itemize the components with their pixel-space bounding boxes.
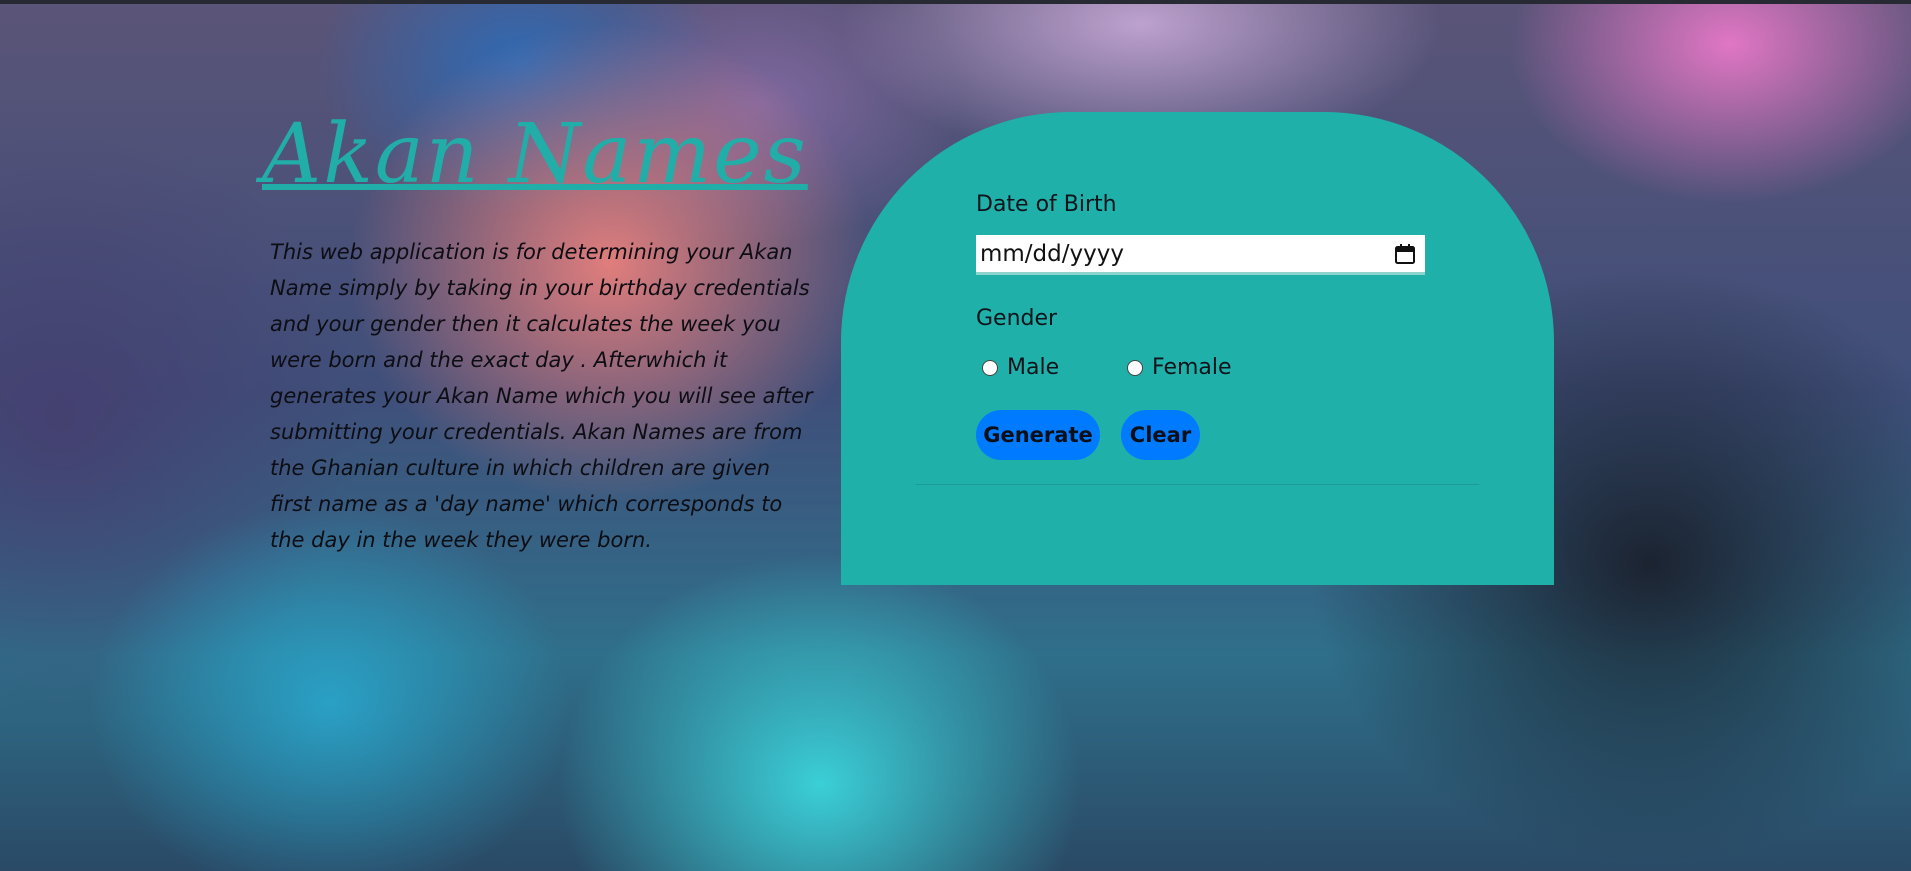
calendar-icon[interactable]: [1393, 242, 1417, 266]
male-radio-label: Male: [1007, 355, 1060, 380]
gender-label: Gender: [976, 306, 1058, 331]
female-radio-label: Female: [1152, 355, 1232, 380]
form-card: Date of Birth mm/dd/yyyy Gender Male Fem…: [841, 112, 1554, 585]
generate-button[interactable]: Generate: [976, 410, 1100, 460]
dob-input[interactable]: mm/dd/yyyy: [976, 235, 1425, 275]
dob-placeholder: mm/dd/yyyy: [980, 240, 1124, 267]
gender-option-female[interactable]: Female: [1127, 355, 1232, 380]
female-radio-button[interactable]: [1127, 359, 1143, 376]
male-radio-button[interactable]: [982, 359, 998, 376]
app-description: This web application is for determining …: [270, 240, 813, 552]
clear-button[interactable]: Clear: [1121, 410, 1200, 460]
gender-option-male[interactable]: Male: [982, 355, 1059, 380]
page-title: Akan Names: [262, 107, 808, 202]
form-divider: [916, 484, 1479, 485]
dob-label: Date of Birth: [976, 192, 1117, 217]
